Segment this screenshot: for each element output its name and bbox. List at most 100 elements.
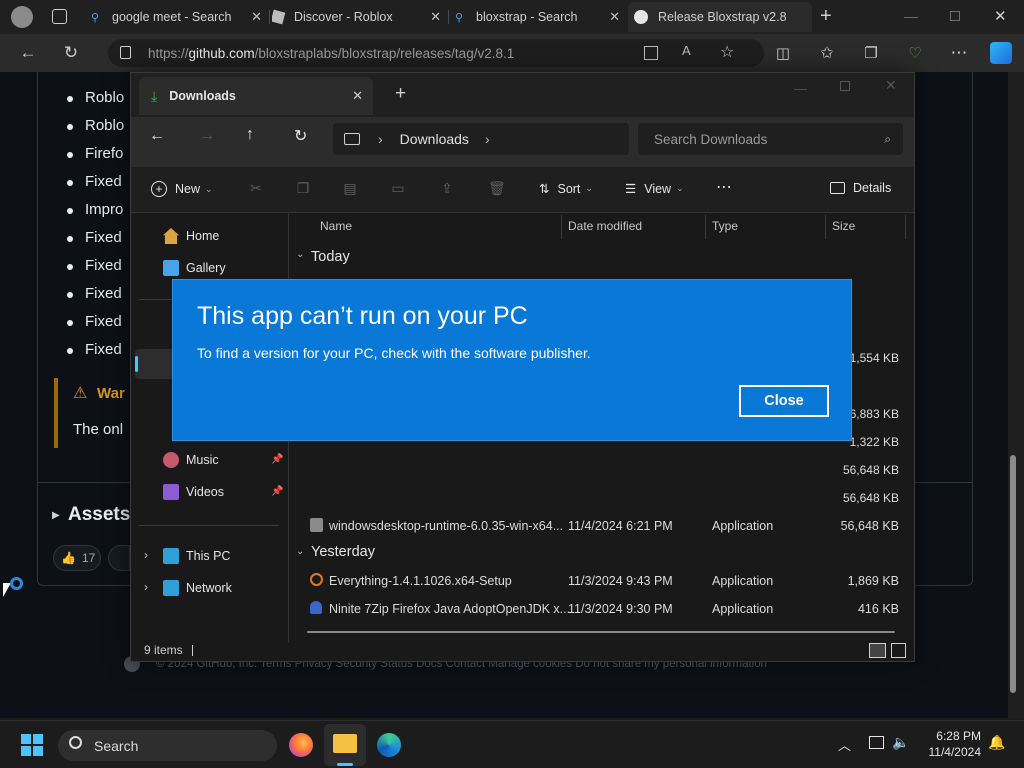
pin-icon[interactable]: 📌 — [271, 454, 283, 465]
refresh-icon[interactable]: ↻ — [294, 126, 307, 146]
tab-bloxstrap-search[interactable]: ⚲ bloxstrap - Search ✕ — [452, 2, 626, 32]
refresh-icon[interactable]: ↻ — [60, 42, 82, 64]
table-row[interactable]: Everything-1.4.1.1026.x64-Setup 11/3/202… — [289, 568, 909, 594]
sidebar-item-label: This PC — [186, 549, 231, 563]
taskbar-search[interactable]: Search — [58, 730, 277, 761]
new-tab-button[interactable]: + — [820, 5, 832, 28]
close-window-icon[interactable]: ✕ — [885, 77, 897, 94]
tab-bloxstrap-release[interactable]: Release Bloxstrap v2.8 — [628, 2, 812, 32]
assets-toggle-icon[interactable]: ▶ — [52, 510, 60, 521]
group-header-today[interactable]: Today — [311, 249, 350, 265]
sidebar-item-this-pc[interactable]: This PC — [163, 548, 230, 564]
sort-button[interactable]: ⇅ Sort ⌄ — [539, 181, 593, 197]
collections-icon[interactable]: ❐ — [860, 42, 882, 64]
minimize-icon[interactable]: — — [794, 81, 807, 96]
clock-time[interactable]: 6:28 PM — [915, 729, 981, 743]
group-collapse-icon[interactable]: ⌄ — [296, 249, 304, 260]
up-icon[interactable]: ↑ — [246, 126, 254, 144]
more-menu-icon[interactable]: ⋯ — [948, 42, 970, 64]
tab-actions-icon[interactable] — [52, 9, 67, 24]
favorite-star-icon[interactable]: ☆ — [720, 42, 734, 62]
column-header-name[interactable]: Name — [320, 219, 352, 233]
column-header-type[interactable]: Type — [712, 219, 738, 233]
profile-avatar[interactable] — [11, 6, 33, 28]
volume-icon[interactable]: 🔈 — [892, 734, 909, 751]
assets-heading[interactable]: Assets — [68, 504, 130, 526]
sidebar-item-music[interactable]: Music — [163, 452, 219, 468]
group-collapse-icon[interactable]: ⌄ — [296, 546, 304, 557]
firefox-icon[interactable] — [289, 733, 313, 757]
more-options-icon[interactable]: ⋯ — [716, 177, 732, 197]
close-tab-icon[interactable]: ✕ — [251, 9, 262, 25]
sidebar-item-home[interactable]: Home — [163, 228, 219, 244]
share-icon: ⇪ — [441, 180, 453, 196]
table-row[interactable]: Ninite 7Zip Firefox Java AdoptOpenJDK x.… — [289, 596, 909, 622]
copilot-icon[interactable] — [990, 42, 1012, 64]
edge-icon[interactable] — [377, 733, 401, 757]
split-screen-icon[interactable]: ◫ — [772, 42, 794, 64]
sidebar-item-network[interactable]: Network — [163, 580, 232, 596]
forward-icon[interactable]: → — [199, 127, 215, 145]
warning-label: War — [97, 385, 125, 402]
restore-icon[interactable] — [950, 11, 960, 21]
tab-google-meet[interactable]: ⚲ google meet - Search ✕ — [88, 2, 268, 32]
group-header-yesterday[interactable]: Yesterday — [311, 544, 375, 560]
explorer-tab-downloads[interactable]: ⤓ Downloads ✕ — [139, 77, 373, 115]
maximize-icon[interactable] — [840, 81, 850, 91]
sidebar-item-videos[interactable]: Videos — [163, 484, 224, 500]
browser-essentials-icon[interactable]: ♡ — [904, 42, 926, 64]
table-row[interactable]: windowsdesktop-runtime-6.0.35-win-x64...… — [289, 513, 909, 539]
taskbar-search-label: Search — [94, 737, 139, 754]
close-tab-icon[interactable]: ✕ — [352, 88, 363, 104]
file-explorer-taskbar-item[interactable] — [324, 724, 366, 766]
search-icon — [69, 736, 82, 749]
horizontal-scrollbar[interactable] — [307, 631, 895, 633]
list-item: Roblo — [67, 89, 124, 106]
chevron-right-icon: › — [378, 131, 383, 147]
aa-read-aloud-icon[interactable]: A — [682, 43, 691, 58]
page-scrollbar-thumb[interactable] — [1010, 455, 1016, 693]
file-name: windowsdesktop-runtime-6.0.35-win-x64... — [329, 519, 564, 533]
column-header-date[interactable]: Date modified — [568, 219, 642, 233]
details-button[interactable]: Details — [830, 181, 891, 195]
tiles-view-icon[interactable] — [891, 643, 906, 658]
network-status-icon[interactable] — [869, 736, 884, 749]
view-button[interactable]: ☰ View ⌄ — [625, 181, 684, 197]
cut-icon: ✂ — [250, 180, 262, 196]
folder-icon — [333, 734, 357, 753]
search-input[interactable]: Search Downloads ⌕ — [638, 123, 903, 155]
url-field[interactable]: https://github.com/bloxstraplabs/bloxstr… — [108, 39, 764, 67]
show-hidden-icons-icon[interactable]: ︿ — [838, 735, 851, 754]
column-header-size[interactable]: Size — [832, 219, 855, 233]
active-indicator — [337, 763, 353, 766]
everything-app-icon — [310, 573, 323, 586]
new-tab-button[interactable]: + — [395, 83, 406, 105]
warning-text: The onl — [73, 421, 124, 438]
close-button[interactable]: Close — [738, 384, 830, 418]
favorites-icon[interactable]: ✩ — [816, 42, 838, 64]
new-button[interactable]: + New ⌄ — [151, 181, 213, 197]
close-window-icon[interactable]: ✕ — [994, 7, 1007, 25]
close-tab-icon[interactable]: ✕ — [609, 9, 620, 25]
reaction-laugh[interactable] — [108, 545, 130, 571]
reaction-thumbs-up[interactable]: 👍 17 — [53, 545, 101, 571]
back-icon[interactable]: ← — [17, 42, 39, 64]
clock-date[interactable]: 11/4/2024 — [915, 745, 982, 759]
expand-chevron-icon[interactable]: › — [144, 548, 148, 562]
start-button[interactable] — [21, 734, 43, 756]
app-available-icon[interactable] — [644, 46, 658, 60]
notification-bell-icon[interactable]: 🔔 — [988, 734, 1005, 751]
breadcrumb[interactable]: › Downloads › — [333, 123, 629, 155]
tab-roblox[interactable]: Discover - Roblox ✕ — [272, 2, 447, 32]
pin-icon[interactable]: 📌 — [271, 486, 283, 497]
installer-icon — [310, 518, 323, 532]
expand-chevron-icon[interactable]: › — [144, 580, 148, 594]
hidden-size: 1,554 KB — [849, 351, 899, 365]
breadcrumb-downloads[interactable]: Downloads — [400, 131, 469, 147]
close-tab-icon[interactable]: ✕ — [430, 9, 441, 25]
details-view-icon[interactable] — [869, 643, 886, 658]
sidebar-item-gallery[interactable]: Gallery — [163, 260, 226, 276]
new-label: New — [175, 182, 201, 196]
back-icon[interactable]: ← — [149, 127, 165, 145]
minimize-icon[interactable]: — — [904, 8, 918, 24]
